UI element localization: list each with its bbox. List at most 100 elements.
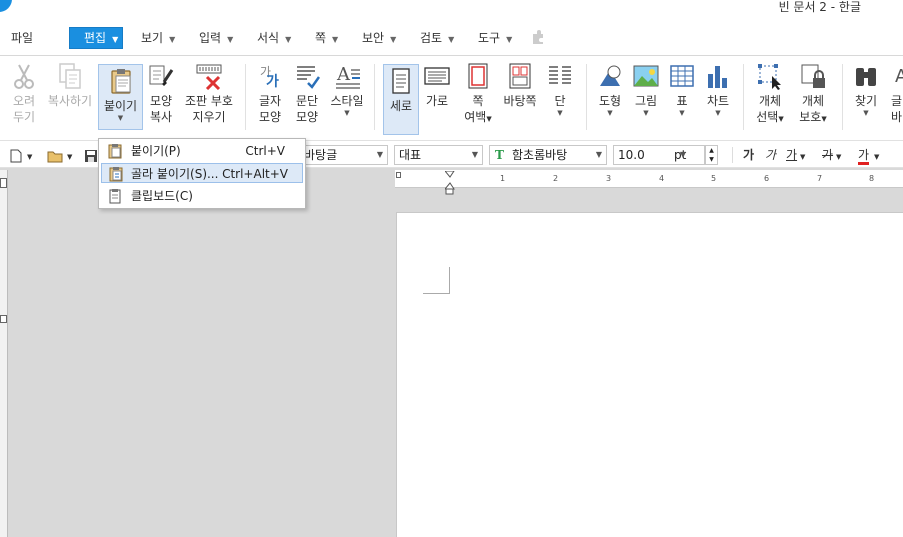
bold-label: 가: [743, 148, 755, 162]
save-disk-icon: [84, 148, 98, 162]
background-label: 바탕쪽: [503, 94, 537, 108]
vertical-ruler[interactable]: [0, 170, 8, 537]
horizontal-ruler[interactable]: 1 2 3 4 5 6 7 8: [395, 170, 903, 195]
style-select[interactable]: 대표 ▼: [394, 145, 483, 165]
para-shape-button[interactable]: 문단 모양: [292, 60, 322, 125]
puzzle-icon[interactable]: [530, 29, 546, 49]
folder-icon: [47, 148, 63, 162]
table-button[interactable]: 표 ▼: [667, 60, 697, 118]
shapes-icon: [595, 60, 625, 92]
background-page-button[interactable]: 바탕쪽: [501, 60, 539, 109]
menu-item-paste-special-label: 골라 붙이기(S)...: [131, 167, 219, 181]
underline-label: 가: [786, 148, 798, 162]
font-lang-value: 바탕글: [304, 148, 338, 162]
paste-button[interactable]: 붙이기 ▼: [98, 64, 143, 130]
paste-dropdown-menu: 붙이기(P) Ctrl+V 골라 붙이기(S)... Ctrl+Alt+V 클립…: [98, 138, 306, 209]
chevron-down-icon: ▼: [715, 109, 721, 117]
format-copy-label-1: 모양: [149, 94, 173, 108]
find-button[interactable]: 찾기 ▼: [851, 60, 881, 118]
menu-view[interactable]: 보기 ▼: [141, 28, 175, 48]
ruler-number: 1: [500, 174, 506, 183]
menu-bar: 파일 편집 ▼ 보기 ▼ 입력 ▼ 서식 ▼ 쪽 ▼ 보안 ▼ 검토 ▼ 도구 ▼: [0, 22, 903, 56]
chevron-down-icon: ▼: [778, 115, 784, 123]
menu-review-label: 검토: [420, 31, 443, 45]
erase-marks-label-1: 조판 부호: [185, 94, 233, 108]
svg-text:가: 가: [266, 74, 279, 90]
ruler-number: 2: [553, 174, 559, 183]
svg-text:A: A: [336, 64, 351, 85]
shapes-button[interactable]: 도형 ▼: [595, 60, 625, 118]
svg-text:A: A: [895, 66, 903, 87]
portrait-button[interactable]: 세로: [383, 64, 419, 135]
picture-icon: [631, 60, 661, 92]
strikethrough-button[interactable]: 가 ▼: [822, 145, 841, 165]
menu-item-clipboard[interactable]: 클립보드(C): [101, 186, 303, 206]
landscape-button[interactable]: 가로: [422, 60, 452, 109]
new-document-button[interactable]: ▼: [10, 145, 32, 165]
menu-item-clipboard-label: 클립보드(C): [131, 189, 193, 203]
save-button[interactable]: [84, 145, 98, 165]
menu-security[interactable]: 보안 ▼: [362, 28, 396, 48]
chart-button[interactable]: 차트 ▼: [703, 60, 733, 118]
text-color-button[interactable]: 가 ▼: [858, 145, 879, 165]
chevron-down-icon: ▼: [836, 153, 842, 161]
char-shape-label-2: 모양: [258, 110, 282, 124]
object-select-button[interactable]: 개체 선택▼: [752, 60, 788, 127]
char-shape-button[interactable]: 가가 글자 모양: [255, 60, 285, 125]
window-title: 빈 문서 2 - 한글: [778, 0, 861, 14]
chevron-down-icon: ▼: [643, 109, 649, 117]
menu-item-paste[interactable]: 붙이기(P) Ctrl+V: [101, 141, 303, 161]
partial-tool-label-2: 바: [891, 110, 903, 124]
cut-label-2: 두기: [12, 110, 36, 124]
bold-button[interactable]: 가: [743, 145, 754, 165]
chevron-down-icon: ▼: [800, 153, 806, 161]
binoculars-icon: [851, 60, 881, 92]
ribbon-separator: [374, 64, 375, 130]
partial-tool-button[interactable]: A 글 바: [891, 60, 903, 125]
underline-button[interactable]: 가 ▼: [786, 145, 805, 165]
font-size-stepper[interactable]: ▲ ▼: [705, 145, 718, 165]
open-document-button[interactable]: ▼: [47, 145, 72, 165]
picture-button[interactable]: 그림 ▼: [631, 60, 661, 118]
object-select-label-2: 선택: [756, 110, 779, 124]
page-margins-button[interactable]: 쪽 여백▼: [460, 60, 496, 127]
menu-file[interactable]: 파일: [11, 28, 33, 48]
document-page[interactable]: [396, 212, 903, 537]
format-copy-label-2: 복사: [149, 110, 173, 124]
menu-item-paste-shortcut: Ctrl+V: [245, 144, 285, 158]
indent-marker-icon[interactable]: [443, 170, 455, 198]
style-button[interactable]: A 스타일 ▼: [329, 60, 365, 118]
font-lang-select[interactable]: 바탕글 ▼: [300, 145, 388, 165]
font-name-select[interactable]: T 함초롬바탕 ▼: [489, 145, 607, 165]
table-label: 표: [676, 94, 688, 108]
menu-file-label: 파일: [11, 31, 34, 45]
hancom-logo-icon: [0, 0, 12, 12]
ruler-margin-marker-icon: [396, 172, 401, 178]
format-copy-button[interactable]: 모양 복사: [145, 60, 177, 125]
title-bar: 빈 문서 2 - 한글: [0, 0, 903, 22]
ribbon-separator: [842, 64, 843, 130]
style-value: 대표: [399, 148, 422, 162]
menu-page[interactable]: 쪽 ▼: [315, 28, 338, 48]
copy-button[interactable]: 복사하기: [46, 60, 94, 109]
italic-button[interactable]: 가: [765, 145, 776, 165]
menu-insert[interactable]: 입력 ▼: [199, 28, 233, 48]
shapes-label: 도형: [598, 94, 622, 108]
margins-label-1: 쪽: [472, 94, 484, 108]
chevron-down-icon: ▼: [67, 153, 73, 161]
stepper-down-icon: ▼: [709, 156, 714, 163]
menu-edit[interactable]: 편집 ▼: [69, 27, 124, 49]
menu-review[interactable]: 검토 ▼: [420, 28, 454, 48]
menu-item-paste-special[interactable]: 골라 붙이기(S)... Ctrl+Alt+V: [101, 163, 303, 183]
object-protect-button[interactable]: 개체 보호▼: [795, 60, 831, 127]
font-size-field[interactable]: 10.0 pt ▼: [613, 145, 705, 165]
ribbon-separator: [743, 64, 744, 130]
erase-marks-button[interactable]: 조판 부호 지우기: [184, 60, 234, 125]
toolbar-separator: [732, 147, 733, 163]
menu-tools[interactable]: 도구 ▼: [478, 28, 512, 48]
columns-button[interactable]: 단 ▼: [545, 60, 575, 118]
menu-format[interactable]: 서식 ▼: [257, 28, 291, 48]
clipboard-list-icon: [107, 188, 123, 204]
chevron-down-icon: ▼: [332, 35, 339, 44]
cut-button[interactable]: 오려 두기: [8, 60, 40, 125]
